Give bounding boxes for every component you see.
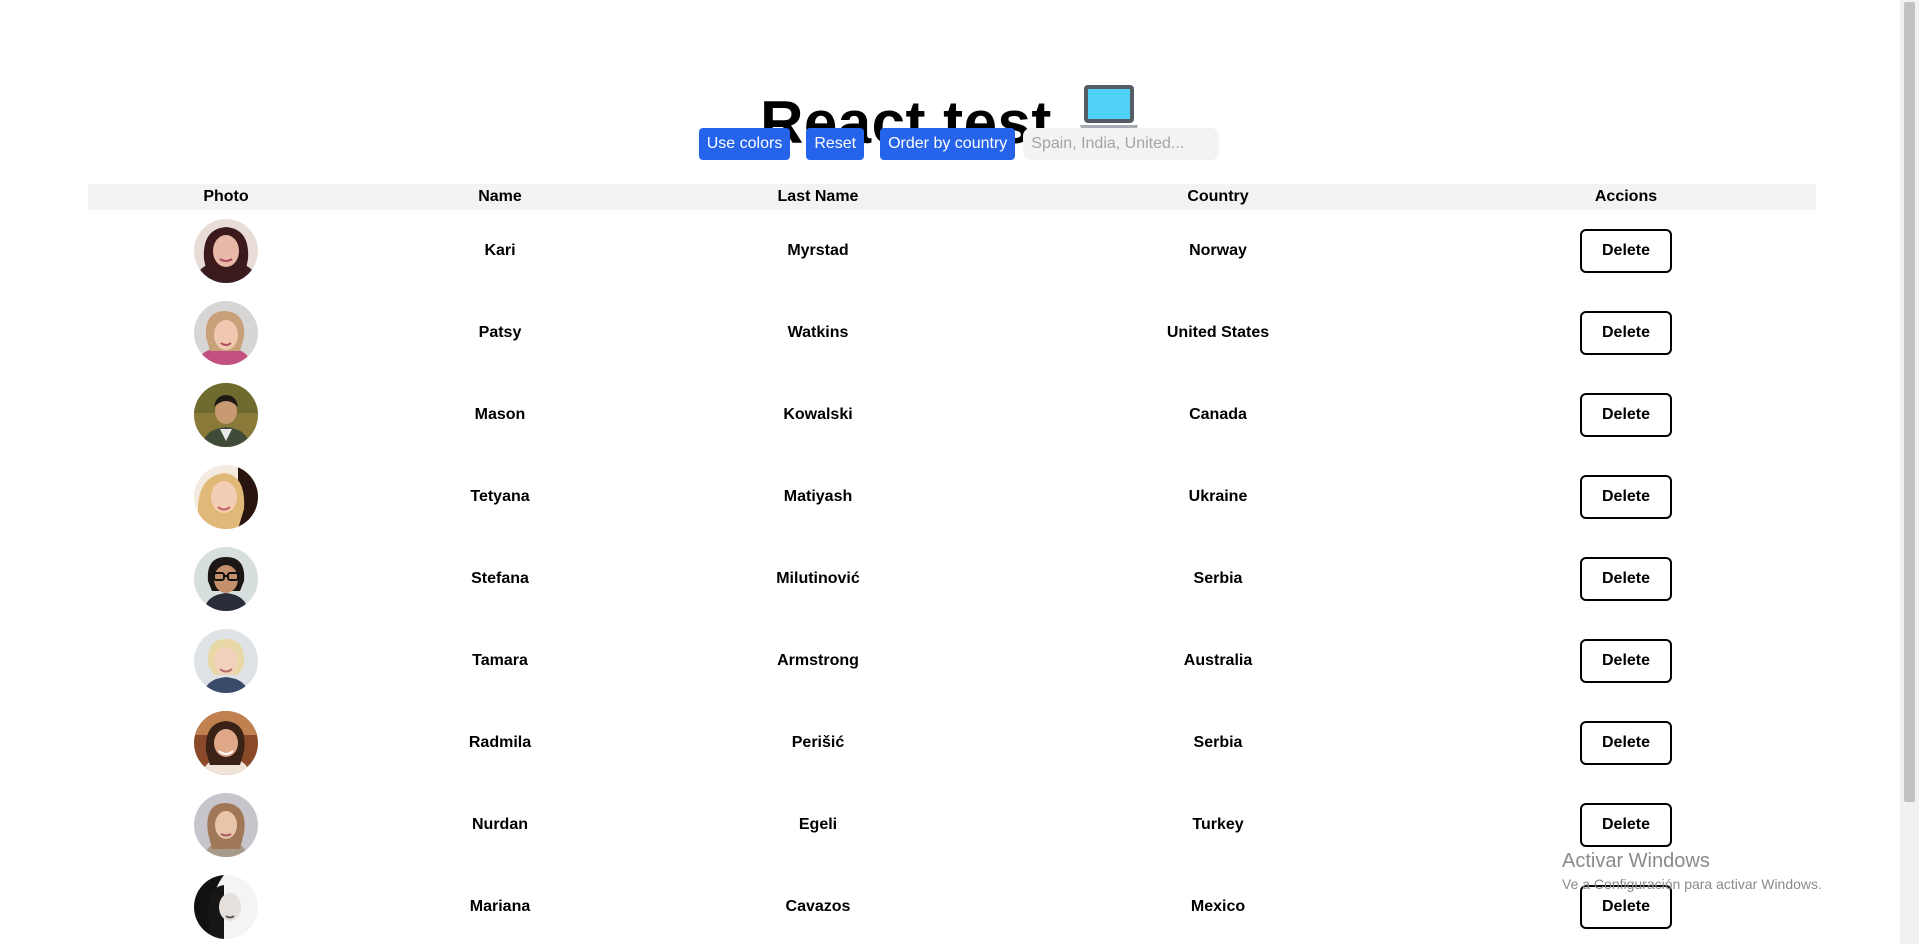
avatar [194,301,258,365]
cell-name: Tetyana [470,488,530,505]
avatar [194,629,258,693]
delete-button[interactable]: Delete [1580,475,1672,519]
avatar [194,793,258,857]
cell-name: Patsy [478,324,522,341]
cell-country: Turkey [1192,816,1244,833]
cell-last-name: Perišić [791,734,845,751]
delete-button[interactable]: Delete [1580,557,1672,601]
delete-button[interactable]: Delete [1580,229,1672,273]
reset-button[interactable]: Reset [806,128,865,160]
avatar [194,547,258,611]
cell-last-name: Cavazos [785,898,851,915]
cell-last-name: Milutinović [776,570,860,587]
avatar [194,219,258,283]
table-row: Mason Kowalski Canada Delete [88,374,1816,456]
cell-country: Canada [1189,406,1247,423]
cell-last-name: Kowalski [783,406,853,423]
users-table-container: Photo Name Last Name Country Accions Kar… [88,184,1816,944]
column-header-last-name: Last Name [777,188,859,205]
cell-name: Mariana [469,898,531,915]
watermark-title: Activar Windows [1562,850,1710,872]
cell-name: Tamara [472,652,528,669]
cell-last-name: Myrstad [787,242,849,259]
column-header-actions: Accions [1594,188,1658,205]
delete-button[interactable]: Delete [1580,639,1672,683]
column-header-photo: Photo [203,188,249,205]
windows-activation-watermark: Activar Windows Ve a Configuración para … [1562,848,1822,894]
avatar [194,711,258,775]
table-row: Kari Myrstad Norway Delete [88,210,1816,292]
users-table: Photo Name Last Name Country Accions Kar… [88,184,1816,944]
cell-name: Stefana [471,570,529,587]
avatar [194,875,258,939]
avatar [194,383,258,447]
cell-country: United States [1166,324,1270,341]
cell-name: Kari [484,242,516,259]
column-header-country: Country [1187,188,1249,205]
delete-button[interactable]: Delete [1580,803,1672,847]
country-filter-input[interactable] [1023,128,1220,160]
table-body: Kari Myrstad Norway Delete Patsy Watkins… [88,210,1816,944]
table-row: Patsy Watkins United States Delete [88,292,1816,374]
table-row: Nurdan Egeli Turkey Delete [88,784,1816,866]
cell-country: Australia [1183,652,1253,669]
column-header-name: Name [478,188,522,205]
cell-last-name: Watkins [787,324,849,341]
cell-name: Radmila [468,734,532,751]
table-row: Tetyana Matiyash Ukraine Delete [88,456,1816,538]
delete-button[interactable]: Delete [1580,311,1672,355]
table-row: Mariana Cavazos Mexico Delete [88,866,1816,944]
cell-country: Serbia [1193,734,1243,751]
cell-country: Norway [1189,242,1247,259]
vertical-scrollbar[interactable] [1900,0,1919,944]
cell-last-name: Egeli [798,816,838,833]
table-header-row: Photo Name Last Name Country Accions [88,184,1816,210]
order-by-country-button[interactable]: Order by country [880,128,1016,160]
table-row: Stefana Milutinović Serbia Delete [88,538,1816,620]
cell-name: Nurdan [472,816,528,833]
cell-last-name: Matiyash [783,488,853,505]
delete-button[interactable]: Delete [1580,393,1672,437]
cell-country: Serbia [1193,570,1243,587]
table-row: Radmila Perišić Serbia Delete [88,702,1816,784]
use-colors-button[interactable]: Use colors [698,128,791,160]
table-row: Tamara Armstrong Australia Delete [88,620,1816,702]
cell-name: Mason [474,406,526,423]
toolbar: Use colors Reset Order by country [9,128,1909,160]
avatar [194,465,258,529]
cell-country: Ukraine [1188,488,1248,505]
cell-last-name: Armstrong [777,652,859,669]
watermark-subtitle: Ve a Configuración para activar Windows. [1562,876,1822,892]
page: React test Use colors Reset Order by cou… [0,0,1900,944]
cell-country: Mexico [1190,898,1246,915]
scrollbar-thumb[interactable] [1904,2,1915,802]
delete-button[interactable]: Delete [1580,721,1672,765]
